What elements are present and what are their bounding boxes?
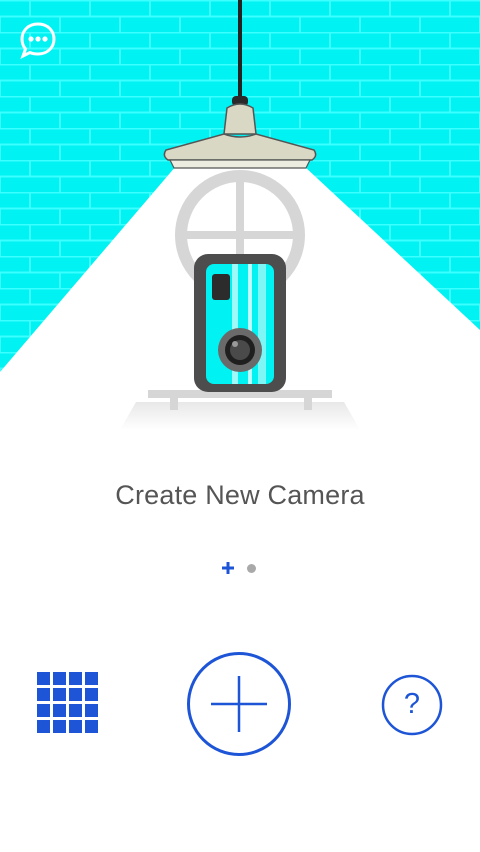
shelf: [120, 390, 360, 430]
help-button[interactable]: ?: [381, 674, 443, 736]
grid-button[interactable]: [37, 672, 98, 733]
page-title: Create New Camera: [115, 480, 365, 510]
add-icon: [187, 652, 291, 756]
add-camera-button[interactable]: [186, 651, 292, 757]
hero-illustration: [0, 0, 480, 440]
help-glyph: ?: [403, 688, 421, 720]
chat-button[interactable]: [18, 20, 58, 60]
pager-dot-inactive[interactable]: [247, 564, 256, 573]
pager-dot-active[interactable]: [222, 562, 234, 574]
page-indicator: [0, 561, 480, 577]
camera-illustration: [194, 254, 286, 392]
chat-bubble-icon: [20, 22, 56, 60]
grid-icon: [37, 672, 98, 733]
